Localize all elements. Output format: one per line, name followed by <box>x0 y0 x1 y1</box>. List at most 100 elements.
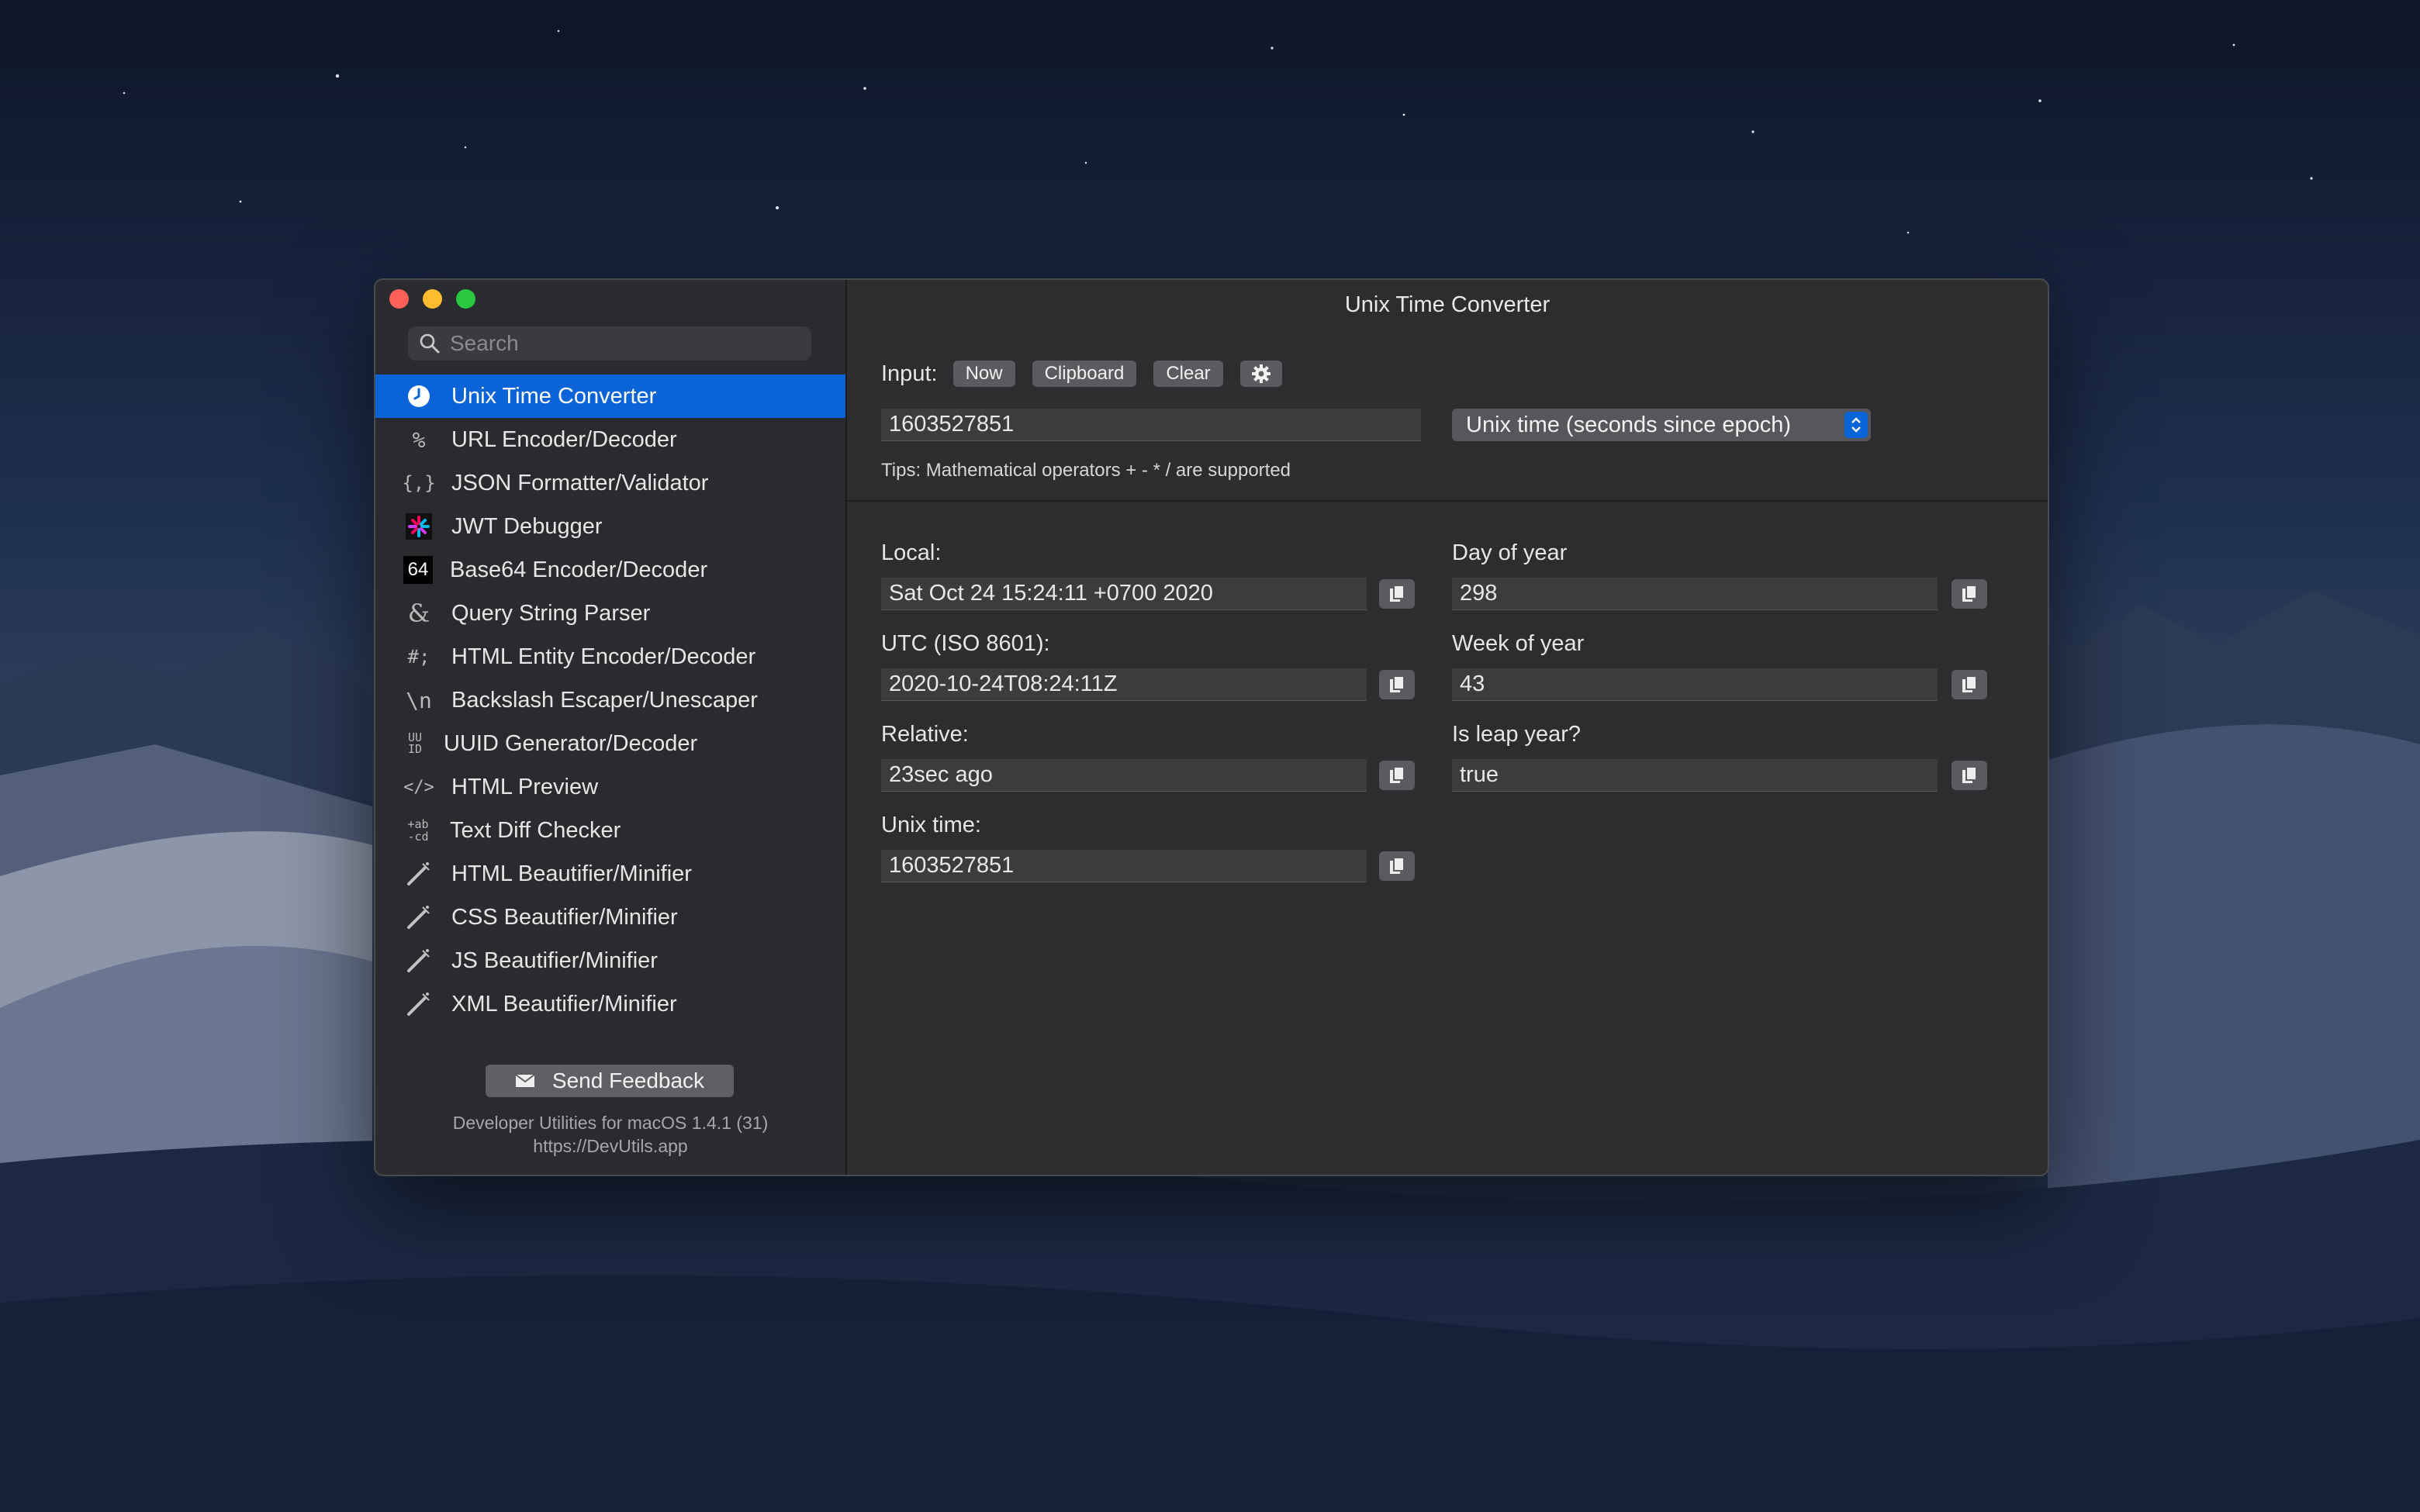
tips-text: Tips: Mathematical operators + - * / are… <box>881 460 1291 481</box>
local-output-field[interactable]: Sat Oct 24 15:24:11 +0700 2020 <box>881 578 1367 610</box>
minimize-window-button[interactable] <box>423 289 442 309</box>
local-output-value: Sat Oct 24 15:24:11 +0700 2020 <box>889 581 1213 606</box>
settings-button[interactable] <box>1239 361 1282 387</box>
sidebar-item-uuid-generator[interactable]: UU ID UUID Generator/Decoder <box>375 722 845 765</box>
send-feedback-label: Send Feedback <box>551 1068 705 1093</box>
copy-icon <box>1962 766 1977 783</box>
copy-icon <box>1962 585 1977 602</box>
close-window-button[interactable] <box>389 289 409 309</box>
sidebar-item-query-string-parser[interactable]: & Query String Parser <box>375 592 845 635</box>
magic-wand-icon <box>403 945 434 976</box>
gear-icon <box>1251 364 1270 383</box>
section-divider <box>847 500 2048 502</box>
copy-unix-time-button[interactable] <box>1379 851 1415 881</box>
copy-icon <box>1390 766 1405 783</box>
copy-week-of-year-button[interactable] <box>1952 670 1987 699</box>
sidebar-item-label: JWT Debugger <box>451 513 603 539</box>
sidebar-item-label: HTML Entity Encoder/Decoder <box>451 644 756 669</box>
input-format-select[interactable]: Unix time (seconds since epoch) <box>1452 409 1871 441</box>
day-of-year-value: 298 <box>1460 581 1498 606</box>
page-title: Unix Time Converter <box>1344 292 1551 317</box>
sidebar-item-base64[interactable]: 64 Base64 Encoder/Decoder <box>375 548 845 592</box>
percent-icon: % <box>412 426 426 453</box>
about-info: Developer Utilities for macOS 1.4.1 (31)… <box>375 1111 845 1158</box>
week-of-year-label: Week of year <box>1452 631 1585 656</box>
leap-year-label: Is leap year? <box>1452 722 1582 747</box>
copy-local-button[interactable] <box>1379 579 1415 609</box>
copy-relative-button[interactable] <box>1379 761 1415 790</box>
html-entity-icon: #; <box>407 646 430 668</box>
sidebar-item-text-diff[interactable]: +ab -cd Text Diff Checker <box>375 809 845 852</box>
sidebar-item-url-encoder[interactable]: % URL Encoder/Decoder <box>375 418 845 461</box>
maximize-window-button[interactable] <box>456 289 475 309</box>
relative-output-value: 23sec ago <box>889 762 993 787</box>
sidebar-item-label: UUID Generator/Decoder <box>444 730 698 756</box>
code-tag-icon: </> <box>403 777 434 797</box>
send-feedback-button[interactable]: Send Feedback <box>486 1065 734 1097</box>
sidebar-item-json-formatter[interactable]: {,} JSON Formatter/Validator <box>375 461 845 505</box>
main-panel: Unix Time Converter Input: Now Clipboard… <box>847 280 2048 1175</box>
copy-icon <box>1390 675 1405 692</box>
diff-icon: +ab -cd <box>407 817 429 844</box>
copy-leap-year-button[interactable] <box>1952 761 1987 790</box>
input-toolbar: Input: Now Clipboard Clear <box>881 361 1299 387</box>
utc-label: UTC (ISO 8601): <box>881 631 1050 656</box>
sidebar-item-backslash-escaper[interactable]: \n Backslash Escaper/Unescaper <box>375 678 845 722</box>
day-of-year-field[interactable]: 298 <box>1452 578 1938 610</box>
magic-wand-icon <box>403 858 434 889</box>
local-label: Local: <box>881 540 942 565</box>
clipboard-button[interactable]: Clipboard <box>1032 361 1137 387</box>
search-box[interactable] <box>408 326 811 361</box>
timestamp-input-value: 1603527851 <box>889 412 1015 437</box>
relative-label: Relative: <box>881 722 969 747</box>
leap-year-value: true <box>1460 762 1499 787</box>
copy-utc-button[interactable] <box>1379 670 1415 699</box>
clear-button[interactable]: Clear <box>1153 361 1223 387</box>
sidebar-item-unix-time-converter[interactable]: Unix Time Converter <box>375 375 845 418</box>
magic-wand-icon <box>403 989 434 1020</box>
copy-icon <box>1962 675 1977 692</box>
clock-icon <box>403 381 434 412</box>
copy-day-of-year-button[interactable] <box>1952 579 1987 609</box>
select-stepper-icon <box>1844 412 1868 438</box>
base64-icon: 64 <box>403 556 433 584</box>
sidebar-item-html-preview[interactable]: </> HTML Preview <box>375 765 845 809</box>
utc-output-value: 2020-10-24T08:24:11Z <box>889 671 1118 696</box>
leap-year-field[interactable]: true <box>1452 759 1938 792</box>
sidebar-item-html-beautifier[interactable]: HTML Beautifier/Minifier <box>375 852 845 896</box>
unix-time-output-field[interactable]: 1603527851 <box>881 850 1367 882</box>
copy-icon <box>1390 585 1405 602</box>
sidebar-item-label: URL Encoder/Decoder <box>451 426 677 452</box>
sidebar-item-label: CSS Beautifier/Minifier <box>451 904 678 930</box>
backslash-icon: \n <box>406 687 432 713</box>
window-controls <box>389 289 475 309</box>
sidebar-item-css-beautifier[interactable]: CSS Beautifier/Minifier <box>375 896 845 939</box>
copy-icon <box>1390 857 1405 874</box>
sidebar-item-label: XML Beautifier/Minifier <box>451 991 677 1017</box>
now-button[interactable]: Now <box>952 361 1015 387</box>
utc-output-field[interactable]: 2020-10-24T08:24:11Z <box>881 668 1367 701</box>
app-version-text: Developer Utilities for macOS 1.4.1 (31) <box>452 1113 769 1133</box>
sidebar-item-label: Unix Time Converter <box>451 383 657 409</box>
sidebar-item-label: HTML Preview <box>451 774 599 799</box>
sidebar-item-label: Text Diff Checker <box>450 817 621 843</box>
search-input[interactable] <box>448 330 793 357</box>
sidebar-item-xml-beautifier[interactable]: XML Beautifier/Minifier <box>375 982 845 1026</box>
sidebar-item-label: Base64 Encoder/Decoder <box>450 557 708 582</box>
sidebar-item-label: JS Beautifier/Minifier <box>451 948 658 973</box>
relative-output-field[interactable]: 23sec ago <box>881 759 1367 792</box>
week-of-year-field[interactable]: 43 <box>1452 668 1938 701</box>
sidebar-item-jwt-debugger[interactable]: JWT Debugger <box>375 505 845 548</box>
search-icon <box>420 333 440 354</box>
timestamp-input[interactable]: 1603527851 <box>881 409 1421 441</box>
sidebar-item-js-beautifier[interactable]: JS Beautifier/Minifier <box>375 939 845 982</box>
app-website-link[interactable]: https://DevUtils.app <box>375 1134 845 1158</box>
sidebar-item-label: Query String Parser <box>451 600 651 626</box>
app-window: Unix Time Converter % URL Encoder/Decode… <box>374 278 2049 1176</box>
sidebar: Unix Time Converter % URL Encoder/Decode… <box>375 280 847 1175</box>
jwt-logo-icon <box>403 511 434 542</box>
sidebar-item-html-entity[interactable]: #; HTML Entity Encoder/Decoder <box>375 635 845 678</box>
sidebar-item-label: JSON Formatter/Validator <box>451 470 709 495</box>
sidebar-nav: Unix Time Converter % URL Encoder/Decode… <box>375 375 845 1026</box>
envelope-icon <box>515 1074 535 1087</box>
